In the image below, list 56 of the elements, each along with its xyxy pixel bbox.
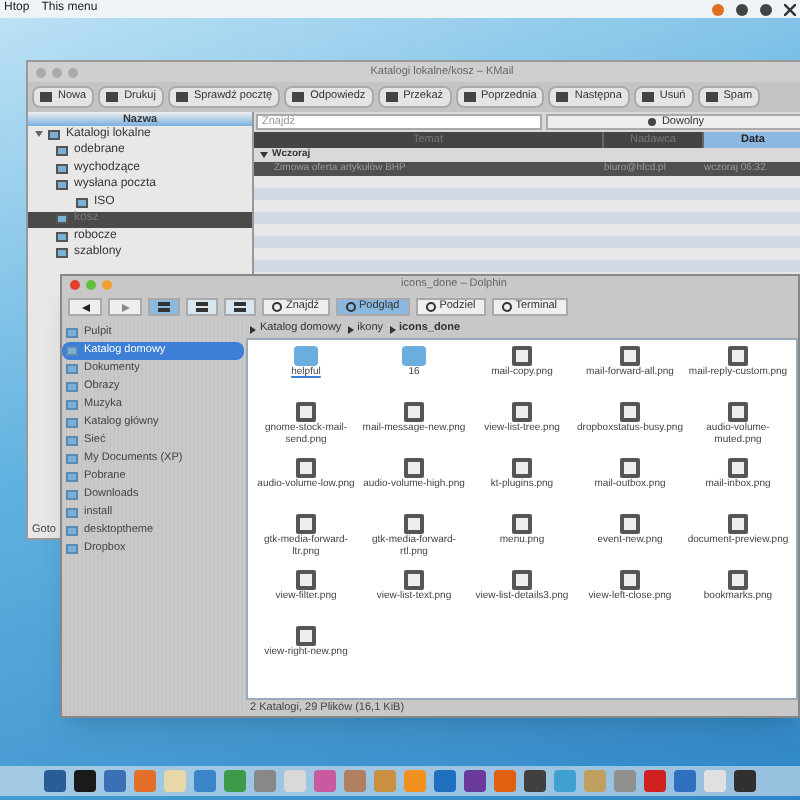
- image-file-icon: [620, 570, 640, 590]
- image-file-icon: [620, 346, 640, 366]
- image-file-icon: [512, 514, 532, 534]
- image-file-icon: [404, 402, 424, 422]
- back-button[interactable]: [68, 298, 102, 316]
- minimize-icon[interactable]: [102, 280, 112, 290]
- toolbar-icon: [705, 92, 718, 102]
- image-file-icon: [296, 514, 316, 534]
- toolbar-icon: [175, 92, 188, 102]
- image-file-icon: [620, 402, 640, 422]
- image-file-icon: [512, 346, 532, 366]
- close-icon[interactable]: [784, 3, 796, 15]
- app-icon[interactable]: [734, 770, 756, 792]
- folder-icon: [402, 346, 426, 366]
- toolbar-icon: [425, 302, 436, 312]
- view-mode-button[interactable]: [148, 298, 180, 316]
- forward-arrow-icon: [121, 303, 129, 311]
- view-mode-icon: [158, 302, 170, 312]
- view-mode-button[interactable]: [224, 298, 256, 316]
- view-mode-button[interactable]: [186, 298, 218, 316]
- toolbar-icon: [385, 92, 398, 102]
- view-mode-icon: [196, 302, 208, 312]
- back-arrow-icon: [81, 303, 89, 311]
- image-file-icon: [296, 402, 316, 422]
- toolbar-icon: [501, 302, 512, 312]
- toolbar-icon: [106, 92, 119, 102]
- image-file-icon: [728, 458, 748, 478]
- image-file-icon: [296, 458, 316, 478]
- toolbar-icon: [40, 92, 52, 102]
- toolbar-icon: [463, 92, 476, 102]
- app-icon[interactable]: [464, 770, 486, 792]
- toolbar-icon: [641, 92, 654, 102]
- image-file-icon: [728, 514, 748, 534]
- image-file-icon: [404, 570, 424, 590]
- maximize-icon[interactable]: [86, 280, 96, 290]
- image-file-icon: [620, 458, 640, 478]
- image-file-icon: [296, 570, 316, 590]
- image-file-icon: [728, 570, 748, 590]
- app-icon[interactable]: [44, 770, 66, 792]
- toolbar-icon: [556, 92, 569, 102]
- image-file-icon: [620, 514, 640, 534]
- toolbar-icon: [272, 302, 282, 312]
- image-file-icon: [404, 514, 424, 534]
- image-file-icon: [512, 458, 532, 478]
- image-file-icon: [728, 346, 748, 366]
- image-file-icon: [728, 402, 748, 422]
- toolbar-icon: [345, 302, 356, 312]
- image-file-icon: [404, 458, 424, 478]
- app-icon[interactable]: [74, 770, 96, 792]
- image-file-icon: [512, 402, 532, 422]
- image-file-icon: [512, 570, 532, 590]
- toolbar-icon: [292, 92, 305, 102]
- view-mode-icon: [234, 302, 246, 312]
- app-icon[interactable]: [524, 770, 546, 792]
- folder-icon: [294, 346, 318, 366]
- image-file-icon: [296, 626, 316, 646]
